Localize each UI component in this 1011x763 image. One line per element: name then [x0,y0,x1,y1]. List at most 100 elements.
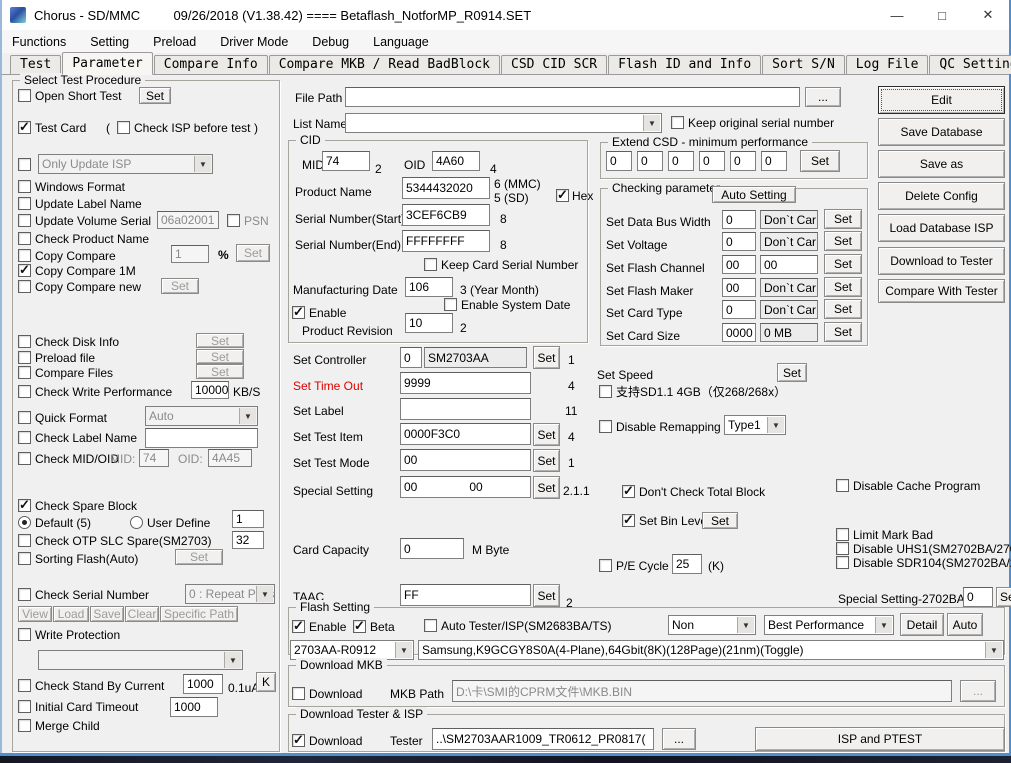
csd-field-6[interactable]: 0 [761,151,787,171]
auto-tester-isp-checkbox[interactable] [424,619,437,632]
tab-compare-info[interactable]: Compare Info [154,55,268,74]
mkb-download-checkbox[interactable] [292,687,305,700]
dont-check-total-block-checkbox[interactable] [622,485,635,498]
mkb-path-field[interactable]: D:\卡\SMI的CPRM文件\MKB.BIN [452,680,952,702]
taac-set-button[interactable]: Set [533,584,560,607]
menu-language[interactable]: Language [373,35,429,49]
dropdown-arrow-icon[interactable]: ▼ [194,156,211,172]
only-update-isp-dropdown[interactable]: Only Update ISP ▼ [38,154,213,174]
serial-start-field[interactable]: 3CEF6CB9 [402,204,490,226]
data-bus-width-set-button[interactable]: Set [824,209,862,229]
tab-sort-sn[interactable]: Sort S/N [762,55,845,74]
load-database-isp-button[interactable]: Load Database ISP [878,214,1005,242]
write-protection-dropdown[interactable]: ▼ [38,650,243,670]
update-label-name-checkbox[interactable] [18,197,31,210]
check-standby-current-checkbox[interactable] [18,679,31,692]
serial-end-field[interactable]: FFFFFFFF [402,230,490,252]
check-spare-block-checkbox[interactable] [18,499,31,512]
cid-oid-field[interactable]: 4A60 [432,151,480,171]
user-define-radio[interactable] [130,516,143,529]
dropdown-arrow-icon[interactable]: ▼ [767,417,784,433]
card-type-set-button[interactable]: Set [824,299,862,319]
remap-type-dropdown[interactable]: Type1 ▼ [724,415,786,435]
close-icon[interactable]: ✕ [966,0,1010,30]
initial-card-timeout-checkbox[interactable] [18,700,31,713]
keep-original-serial-checkbox[interactable] [671,116,684,129]
flash-channel-mode[interactable]: 00 [760,255,818,274]
keep-card-serial-checkbox[interactable] [424,258,437,271]
check-isp-before-test-checkbox[interactable] [117,121,130,134]
file-path-browse-button[interactable]: ... [805,87,841,107]
copy-compare-checkbox[interactable] [18,249,31,262]
serial-save-button[interactable]: Save [90,606,124,622]
time-out-field[interactable]: 9999 [400,372,531,394]
standby-current-field[interactable]: 1000 [183,674,223,694]
edit-button[interactable]: Edit [878,86,1005,114]
flash-channel-field[interactable]: 00 [722,255,756,274]
csd-field-5[interactable]: 0 [730,151,756,171]
product-name-field[interactable]: 5344432020 [402,177,490,199]
otp-spare-field[interactable]: 32 [232,531,264,549]
serial-view-button[interactable]: View [18,606,52,622]
voltage-field[interactable]: 0 [722,232,756,251]
limit-mark-bad-checkbox[interactable] [836,528,849,541]
copy-compare-new-set-button[interactable]: Set [161,278,199,294]
delete-config-button[interactable]: Delete Config [878,182,1005,210]
set-bin-level-set-button[interactable]: Set [702,512,738,529]
merge-child-checkbox[interactable] [18,719,31,732]
psn-checkbox[interactable] [227,214,240,227]
menu-debug[interactable]: Debug [312,35,349,49]
dropdown-arrow-icon[interactable]: ▼ [239,408,256,424]
compare-files-checkbox[interactable] [18,366,31,379]
check-serial-number-checkbox[interactable] [18,588,31,601]
initial-card-timeout-field[interactable]: 1000 [170,697,218,717]
dropdown-arrow-icon[interactable]: ▼ [737,617,754,633]
isp-mode-dropdown[interactable]: Non ▼ [668,615,756,635]
csd-field-3[interactable]: 0 [668,151,694,171]
serial-load-button[interactable]: Load [53,606,89,622]
disable-uhs1-checkbox[interactable] [836,542,849,555]
tester-download-checkbox[interactable] [292,734,305,747]
set-test-mode-button[interactable]: Set [533,449,560,472]
flash-enable-checkbox[interactable] [292,620,305,633]
dropdown-arrow-icon[interactable]: ▼ [224,652,241,668]
open-short-test-checkbox[interactable] [18,89,31,102]
copy-compare-new-checkbox[interactable] [18,280,31,293]
compare-with-tester-button[interactable]: Compare With Tester [878,279,1005,303]
csd-field-1[interactable]: 0 [606,151,632,171]
card-size-field[interactable]: 0000 [722,323,756,342]
taac-field[interactable]: FF [400,584,531,606]
serial-mode-dropdown[interactable]: 0 : Repeat Pass ▼ [185,584,275,604]
only-update-isp-checkbox[interactable] [18,158,31,171]
csd-field-4[interactable]: 0 [699,151,725,171]
user-define-field[interactable]: 1 [232,510,264,528]
flash-maker-field[interactable]: 00 [722,278,756,297]
copy-compare-percent-field[interactable]: 1 [171,245,209,263]
compare-files-set-button[interactable]: Set [196,364,244,379]
menu-functions[interactable]: Functions [12,35,66,49]
check-label-name-field[interactable] [145,428,258,448]
copy-compare-set-button[interactable]: Set [236,244,270,262]
sorting-flash-set-button[interactable]: Set [175,549,223,565]
update-volume-serial-checkbox[interactable] [18,214,31,227]
menu-setting[interactable]: Setting [90,35,129,49]
extend-csd-set-button[interactable]: Set [800,150,840,172]
serial-specific-path-button[interactable]: Specific Path [160,606,238,622]
flash-maker-set-button[interactable]: Set [824,277,862,297]
save-as-button[interactable]: Save as [878,150,1005,178]
set-label-field[interactable] [400,398,531,420]
enable-system-date-checkbox[interactable] [444,298,457,311]
dropdown-arrow-icon[interactable]: ▼ [875,617,892,633]
write-performance-field[interactable]: 10000 [191,381,229,399]
manufacturing-date-field[interactable]: 106 [405,277,453,297]
tester-path-field[interactable]: ..\SM2703AAR1009_TR0612_PR0817( [432,728,654,750]
oid-field[interactable]: 4A45 [208,449,252,467]
set-speed-button[interactable]: Set [777,363,807,382]
data-bus-width-field[interactable]: 0 [722,210,756,229]
mid-field[interactable]: 74 [139,449,169,467]
set-bin-level-checkbox[interactable] [622,514,635,527]
save-database-button[interactable]: Save Database [878,118,1005,146]
test-item-field[interactable]: 0000F3C0 [400,423,531,445]
tab-qc-setting[interactable]: QC Setting [929,55,1011,74]
default5-radio[interactable] [18,516,31,529]
